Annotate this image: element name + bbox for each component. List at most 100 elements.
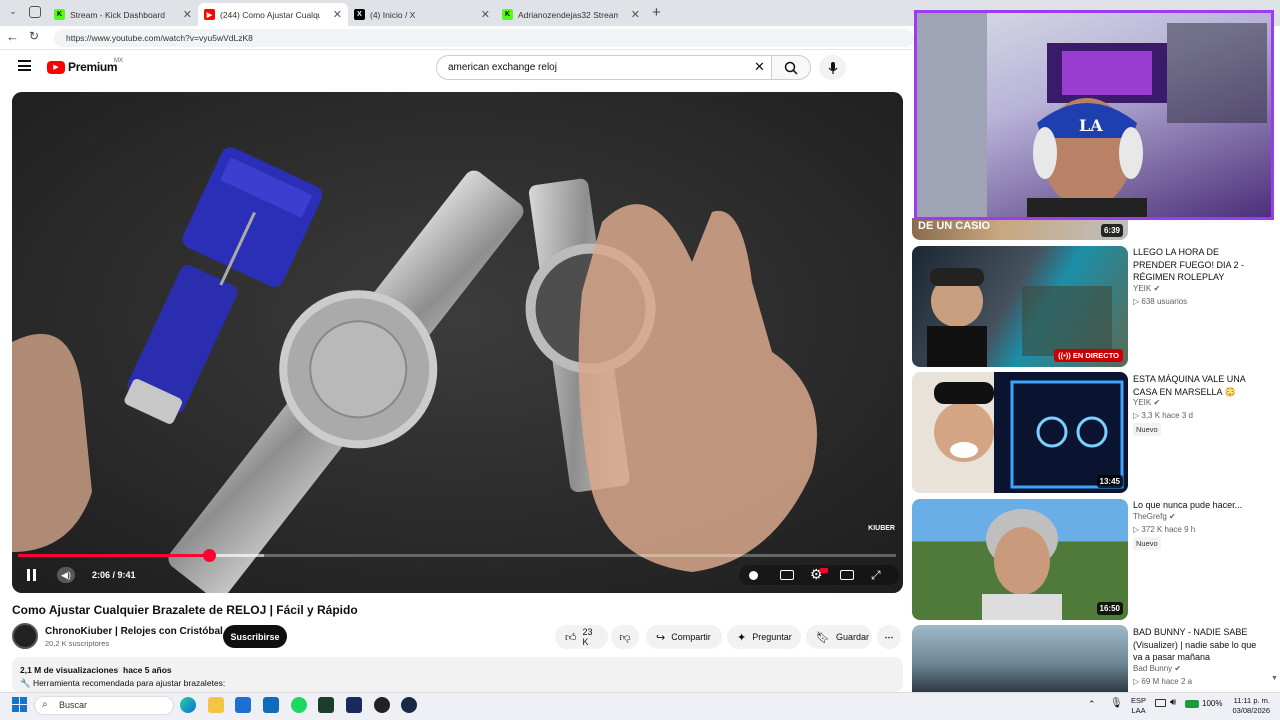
duration: 9:41 bbox=[117, 570, 136, 580]
sidebar-meta-3: ▷ 372 K hace 9 h bbox=[1133, 525, 1196, 534]
tab-title: Adrianozendejas32 Stream - Watch bbox=[518, 9, 618, 20]
back-arrow-icon[interactable]: ← bbox=[6, 29, 19, 44]
share-button[interactable]: ↪ Compartir bbox=[646, 625, 722, 649]
view-stats: 2,1 M de visualizaciones hace 5 años bbox=[20, 665, 172, 675]
battery-indicator[interactable]: 100% bbox=[1185, 699, 1222, 708]
pause-button[interactable] bbox=[27, 569, 39, 581]
sidebar-thumbnail-2[interactable]: 13:45 bbox=[912, 372, 1128, 493]
tab-kick-watch[interactable]: K Adrianozendejas32 Stream - Watch ✕ bbox=[496, 3, 646, 26]
new-tab-button[interactable]: + bbox=[652, 4, 661, 21]
current-time: 2:06 bbox=[92, 570, 111, 580]
channel-avatar[interactable] bbox=[12, 623, 38, 649]
sidebar-title-3[interactable]: Lo que nunca pude hacer... bbox=[1133, 499, 1258, 512]
like-count: 23 K bbox=[582, 627, 593, 647]
pc-build-thumb bbox=[934, 380, 1124, 489]
tab-youtube[interactable]: ▶ (244) Como Ajustar Cualquier Bra ✕ bbox=[198, 3, 348, 26]
clock[interactable]: 11:11 p. m. 03/08/2026 bbox=[1226, 696, 1270, 716]
save-button[interactable]: 🔖︎ Guardar bbox=[806, 625, 872, 649]
tab-x-home[interactable]: X (4) Inicio / X ✕ bbox=[348, 3, 496, 26]
battery-level: 100% bbox=[1202, 699, 1223, 708]
tab-kick-dashboard[interactable]: K Stream - Kick Dashboard ✕ bbox=[48, 3, 198, 26]
file-explorer-icon[interactable] bbox=[208, 697, 224, 713]
windows-start-icon[interactable] bbox=[12, 697, 27, 712]
volume-icon[interactable]: ◀) bbox=[57, 567, 75, 583]
dislike-button[interactable]: 👎︎ bbox=[611, 625, 639, 649]
sidebar-channel-4[interactable]: Bad Bunny ✔︎ bbox=[1133, 664, 1181, 673]
volume-tray-icon[interactable]: 🔊︎ bbox=[1170, 697, 1176, 708]
taskbar-search[interactable]: ⌕ Buscar bbox=[34, 696, 174, 715]
outlook-icon[interactable] bbox=[263, 697, 279, 713]
hd-badge-icon bbox=[820, 568, 828, 573]
edge-icon[interactable] bbox=[180, 697, 196, 713]
sidebar-top-thumbnail[interactable]: DE UN CASIO 6:39 bbox=[912, 218, 1128, 240]
reload-icon[interactable]: ↻ bbox=[29, 29, 39, 43]
sidebar-title-4[interactable]: BAD BUNNY - NADIE SABE (Visualizer) | na… bbox=[1133, 626, 1258, 664]
sidebar-channel-3[interactable]: TheGrefg ✔︎ bbox=[1133, 512, 1176, 521]
progress-bar[interactable] bbox=[18, 549, 896, 562]
svg-text:LA: LA bbox=[1079, 116, 1103, 135]
store-icon[interactable] bbox=[235, 697, 251, 713]
man-portrait-thumb bbox=[982, 509, 1062, 620]
sidebar-channel-2[interactable]: YEIK ✔︎ bbox=[1133, 398, 1160, 407]
close-icon[interactable]: ✕ bbox=[183, 8, 192, 21]
search-input[interactable]: american exchange reloj bbox=[436, 55, 772, 80]
tray-chevron-icon[interactable]: ⌃ bbox=[1088, 699, 1096, 710]
fullscreen-icon[interactable]: ⤢ bbox=[871, 568, 881, 583]
search-button[interactable] bbox=[771, 55, 811, 80]
lang-top: ESP bbox=[1131, 696, 1147, 705]
view-count: 2,1 M de visualizaciones bbox=[20, 665, 119, 675]
duration-badge: 16:50 bbox=[1096, 602, 1123, 615]
sidebar-meta-1: ▷ 638 usuarios bbox=[1133, 297, 1188, 306]
upload-age: hace 5 años bbox=[123, 665, 172, 675]
save-label: Guardar bbox=[835, 632, 869, 642]
search-value: american exchange reloj bbox=[448, 62, 557, 73]
like-button[interactable]: 👍︎ 23 K bbox=[555, 625, 608, 649]
clear-search-icon[interactable]: ✕ bbox=[754, 59, 765, 75]
sidebar-title-2[interactable]: ESTA MÁQUINA VALE UNA CASA EN MARSELLA 😳 bbox=[1133, 373, 1258, 398]
scrollbar[interactable]: ▼ bbox=[1271, 675, 1278, 682]
autoplay-toggle-icon[interactable] bbox=[749, 571, 758, 580]
close-icon[interactable]: ✕ bbox=[631, 8, 640, 21]
menu-icon[interactable] bbox=[18, 60, 31, 71]
youtube-icon: ▶ bbox=[204, 9, 215, 20]
share-icon: ↪ bbox=[656, 631, 666, 644]
ask-label: Preguntar bbox=[752, 632, 792, 642]
workspaces-icon[interactable] bbox=[29, 6, 41, 18]
youtube-logo[interactable]: ▶ Premium bbox=[47, 60, 118, 74]
language-indicator[interactable]: ESP LAA bbox=[1131, 696, 1146, 716]
battery-icon bbox=[1185, 699, 1199, 708]
close-icon[interactable]: ✕ bbox=[333, 8, 342, 21]
url-field[interactable]: https://www.youtube.com/watch?v=vyu5wVdL… bbox=[54, 29, 914, 47]
channel-name[interactable]: ChronoKiuber | Relojes con Cristóbal bbox=[45, 626, 223, 637]
live-badge: ((•)) EN DIRECTO bbox=[1054, 349, 1123, 362]
subtitles-icon[interactable] bbox=[780, 570, 794, 580]
sidebar-thumbnail-3[interactable]: 16:50 bbox=[912, 499, 1128, 620]
video-player[interactable]: KIUBER bbox=[12, 92, 903, 593]
audio-wave-icon[interactable] bbox=[346, 697, 362, 713]
channel-watermark[interactable]: KIUBER bbox=[868, 525, 895, 532]
spotify-icon[interactable] bbox=[291, 697, 307, 713]
subscribe-button[interactable]: Suscribirse bbox=[223, 625, 287, 648]
tray-mic-icon[interactable]: 🎙︎ bbox=[1110, 698, 1123, 709]
monitor-icon[interactable] bbox=[1155, 699, 1166, 707]
sidebar-title-1[interactable]: LLEGO LA HORA DE PRENDER FUEGO! DIA 2 - … bbox=[1133, 246, 1258, 284]
webcam-overlay: LA bbox=[914, 10, 1274, 220]
ask-button[interactable]: ✦ Preguntar bbox=[727, 625, 801, 649]
obs-icon[interactable] bbox=[374, 697, 390, 713]
tab-list-button[interactable]: ⌄ bbox=[6, 6, 20, 20]
sidebar-channel-1[interactable]: YEIK ✔︎ bbox=[1133, 284, 1160, 293]
sidebar-thumbnail-1[interactable]: ((•)) EN DIRECTO bbox=[912, 246, 1128, 367]
more-actions-button[interactable]: ⋯ bbox=[877, 625, 901, 649]
miniplayer-icon[interactable] bbox=[840, 570, 854, 580]
duration-badge: 6:39 bbox=[1100, 224, 1123, 237]
voice-search-button[interactable] bbox=[819, 55, 846, 80]
subscriber-count: 20,2 K suscriptores bbox=[45, 639, 110, 648]
sidebar-thumbnail-4[interactable] bbox=[912, 625, 1128, 692]
terminal-icon[interactable] bbox=[318, 697, 334, 713]
scrubber-handle[interactable] bbox=[202, 549, 216, 562]
steam-icon[interactable] bbox=[401, 697, 417, 713]
verified-icon: ✔︎ bbox=[1153, 398, 1161, 407]
close-icon[interactable]: ✕ bbox=[481, 8, 490, 21]
more-dots-icon: ⋯ bbox=[884, 631, 894, 642]
url-text: https://www.youtube.com/watch?v=vyu5wVdL… bbox=[66, 33, 253, 43]
